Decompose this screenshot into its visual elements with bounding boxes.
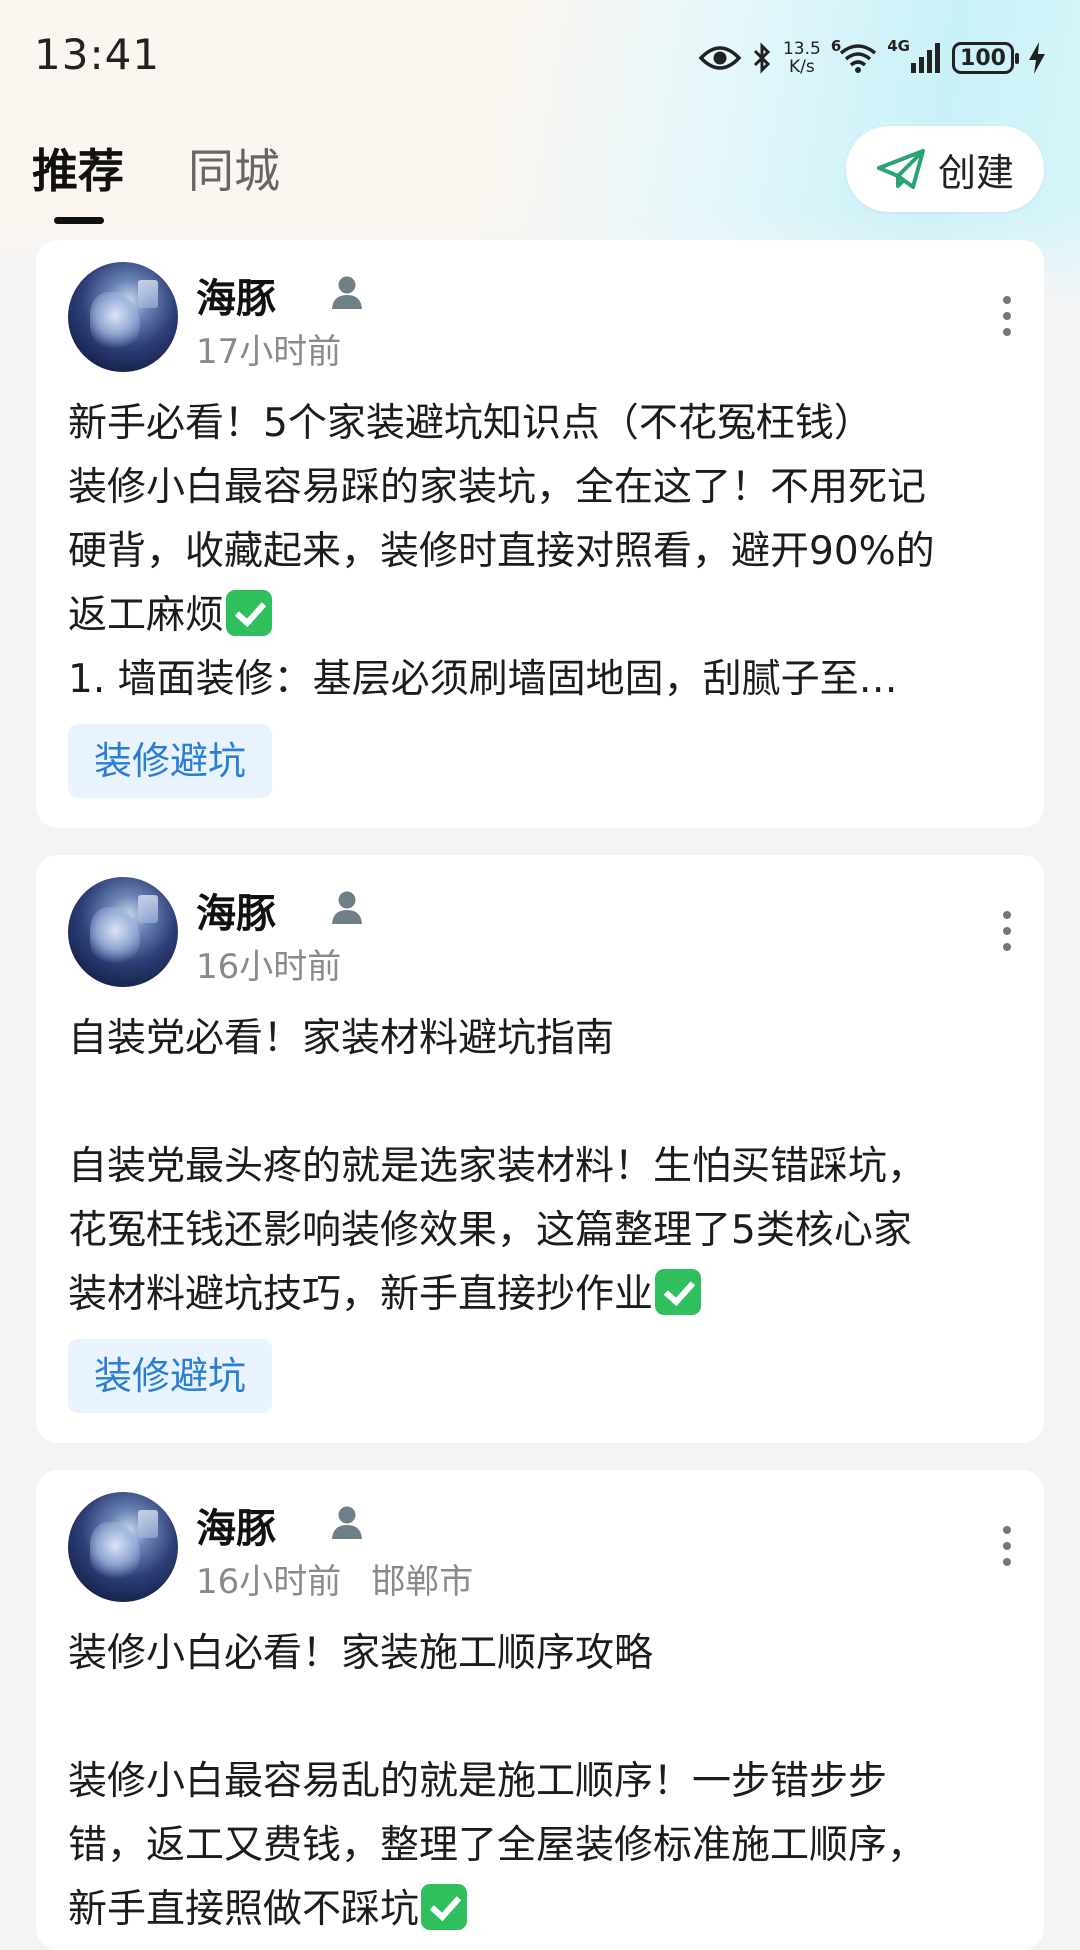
post-line: 花冤枉钱还影响装修效果，这篇整理了5类核心家 — [68, 1208, 912, 1253]
post-card[interactable]: 海豚 17小时前 新手必看！5个家装避坑知识点（不花冤枉钱） 装修小白最容易踩的… — [36, 240, 1044, 828]
user-badge-icon — [332, 1506, 362, 1539]
status-icons: 13.5 K/s 6 4G 100 — [698, 34, 1046, 82]
post-time: 16小时前 — [196, 947, 342, 987]
post-line: 自装党必看！家装材料避坑指南 — [68, 1016, 615, 1061]
topic-tag[interactable]: 装修避坑 — [68, 1339, 273, 1413]
signal-label: 4G — [887, 37, 910, 55]
post-meta: 16小时前 — [196, 939, 341, 988]
avatar[interactable] — [68, 1492, 178, 1602]
post-line: 新手必看！5个家装避坑知识点（不花冤枉钱） — [68, 401, 873, 446]
post-time: 17小时前 — [196, 332, 342, 372]
network-speed: 13.5 K/s — [782, 39, 821, 77]
username[interactable]: 海豚 — [196, 1496, 276, 1554]
status-time: 13:41 — [34, 30, 161, 79]
avatar[interactable] — [68, 262, 178, 372]
post-location[interactable]: 邯郸市 — [371, 1562, 473, 1602]
post-line: 硬背，收藏起来，装修时直接对照看，避开90%的 — [68, 529, 935, 574]
post-line: 装材料避坑技巧，新手直接抄作业 — [68, 1263, 1018, 1327]
post-content[interactable]: 装修小白必看！家装施工顺序攻略 装修小白最容易乱的就是施工顺序！一步错步步 错，… — [68, 1622, 1018, 1942]
eye-icon — [698, 46, 741, 70]
post-content[interactable]: 新手必看！5个家装避坑知识点（不花冤枉钱） 装修小白最容易踩的家装坑，全在这了！… — [68, 392, 1018, 712]
status-bar: 13:41 13.5 K/s 6 4G 100 — [0, 0, 1080, 110]
create-button-label: 创建 — [937, 150, 1014, 195]
post-line: 1. 墙面装修：基层必须刷墙固地固，刮腻子至… — [68, 657, 898, 702]
post-card[interactable]: 海豚 16小时前 自装党必看！家装材料避坑指南 自装党最头疼的就是选家装材料！生… — [36, 855, 1044, 1443]
post-content[interactable]: 自装党必看！家装材料避坑指南 自装党最头疼的就是选家装材料！生怕买错踩坑， 花冤… — [68, 1007, 1018, 1327]
post-line: 返工麻烦 — [68, 584, 1018, 648]
check-mark-icon — [421, 1884, 468, 1930]
more-options-icon[interactable] — [1002, 296, 1012, 336]
post-line — [68, 1686, 1018, 1750]
avatar[interactable] — [68, 877, 178, 987]
paper-plane-icon — [876, 149, 925, 189]
username[interactable]: 海豚 — [196, 881, 276, 939]
charging-bolt-icon — [1029, 42, 1045, 74]
more-options-icon[interactable] — [1002, 1526, 1012, 1566]
post-line: 新手直接照做不踩坑 — [68, 1878, 1018, 1942]
post-line — [68, 1071, 1018, 1135]
check-mark-icon — [226, 590, 273, 636]
post-line: 装修小白最容易乱的就是施工顺序！一步错步步 — [68, 1759, 888, 1804]
user-badge-icon — [332, 276, 362, 309]
more-options-icon[interactable] — [1002, 911, 1012, 951]
tab-local[interactable]: 同城 — [188, 135, 280, 201]
post-line: 自装党最头疼的就是选家装材料！生怕买错踩坑， — [68, 1144, 927, 1189]
post-line: 装修小白必看！家装施工顺序攻略 — [68, 1631, 654, 1676]
signal-icon — [911, 43, 940, 73]
tab-recommend[interactable]: 推荐 — [32, 135, 124, 201]
bluetooth-icon — [753, 42, 771, 74]
user-badge-icon — [332, 891, 362, 924]
post-meta: 16小时前 邯郸市 — [196, 1554, 473, 1603]
username[interactable]: 海豚 — [196, 266, 276, 324]
topic-tag[interactable]: 装修避坑 — [68, 724, 273, 798]
tab-active-indicator — [54, 217, 104, 224]
wifi-label: 6 — [830, 37, 842, 55]
wifi-icon — [840, 44, 877, 73]
post-time: 16小时前 — [196, 1562, 342, 1602]
post-line: 装修小白最容易踩的家装坑，全在这了！不用死记 — [68, 465, 927, 510]
post-line: 错，返工又费钱，整理了全屋装修标准施工顺序， — [68, 1823, 927, 1868]
post-meta: 17小时前 — [196, 324, 341, 373]
battery-indicator: 100 — [952, 42, 1019, 74]
post-card[interactable]: 海豚 16小时前 邯郸市 装修小白必看！家装施工顺序攻略 装修小白最容易乱的就是施… — [36, 1470, 1044, 1950]
check-mark-icon — [655, 1269, 702, 1315]
create-button[interactable]: 创建 — [846, 126, 1044, 212]
